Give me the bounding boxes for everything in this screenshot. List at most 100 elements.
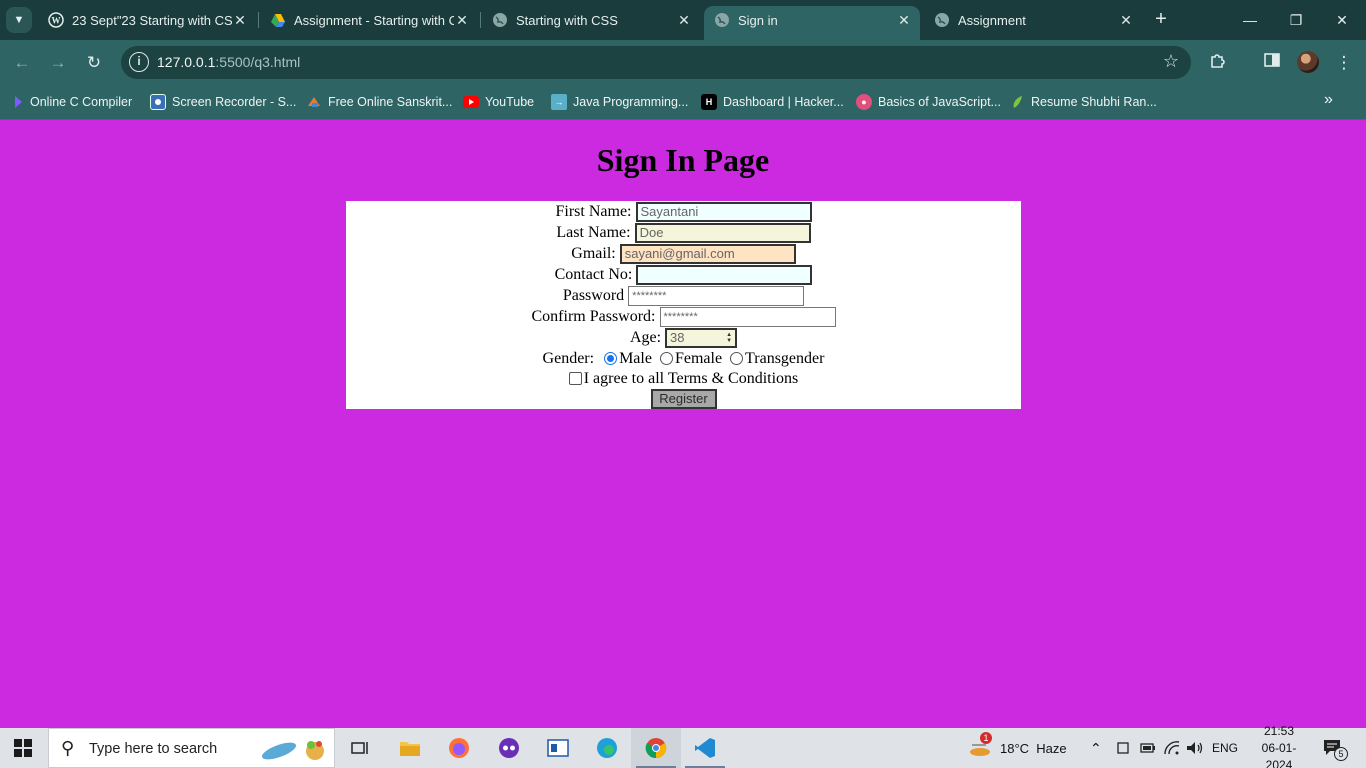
chevron-down-icon: ▼ — [13, 14, 25, 26]
restore-icon[interactable]: ❐ — [1284, 8, 1308, 32]
close-icon[interactable]: ✕ — [454, 12, 470, 28]
gender-female-radio[interactable] — [659, 352, 673, 365]
firefox-icon[interactable] — [447, 736, 471, 760]
extensions-icon[interactable] — [1206, 51, 1230, 75]
windows-start-icon[interactable] — [14, 739, 32, 757]
bookmark-hackerrank[interactable]: H Dashboard | Hacker... — [701, 93, 844, 111]
close-window-icon[interactable]: ✕ — [1330, 8, 1354, 32]
gmail-label: Gmail: — [571, 244, 616, 262]
tab-5-title: Assignment — [958, 12, 1026, 28]
app-mask-icon[interactable] — [497, 736, 521, 760]
contact-label: Contact No: — [554, 265, 633, 283]
sanskrit-icon — [306, 94, 322, 110]
bookmark-screen-recorder[interactable]: Screen Recorder - S... — [150, 93, 296, 111]
gender-male-radio[interactable] — [604, 352, 618, 365]
menu-kebab-icon[interactable]: ⋮ — [1332, 51, 1356, 75]
password-input[interactable]: ******** — [628, 285, 805, 306]
close-icon[interactable]: ✕ — [676, 12, 692, 28]
bookmark-resume[interactable]: Resume Shubhi Ran... — [1009, 93, 1157, 111]
spin-arrows-icon[interactable]: ▲ ▼ — [726, 332, 732, 344]
chrome-icon[interactable] — [644, 736, 668, 760]
first-name-label: First Name: — [555, 202, 632, 220]
clock[interactable]: 21:53 06-01-2024 — [1249, 724, 1309, 768]
edge-icon[interactable] — [595, 736, 619, 760]
language-indicator[interactable]: ENG — [1212, 728, 1238, 768]
tab-search-button[interactable]: ▼ — [6, 7, 32, 33]
bookmark-youtube[interactable]: YouTube — [463, 93, 534, 111]
tab-2[interactable]: Assignment - Starting with CSS ✕ — [270, 6, 470, 34]
globe-icon — [714, 12, 730, 28]
bookmark-sanskrit[interactable]: Free Online Sanskrit... — [306, 93, 452, 111]
confirm-password-input[interactable]: ******** — [659, 306, 836, 327]
tab-5[interactable]: Assignment ✕ — [934, 6, 1134, 34]
gender-transgender-label: Transgender — [745, 349, 825, 367]
browser-toolbar: ← → ↻ i 127.0.0.1:5500/q3.html ☆ ⋮ — [0, 40, 1366, 85]
tab-strip: ▼ W 23 Sept"23 Starting with CSS ✕ Assig… — [0, 0, 1366, 40]
globe-icon — [492, 12, 508, 28]
bookmark-javascript[interactable]: ● Basics of JavaScript... — [856, 93, 1001, 111]
new-tab-button[interactable]: + — [1150, 9, 1172, 31]
battery-icon[interactable] — [1140, 728, 1156, 768]
back-icon[interactable]: ← — [10, 51, 34, 75]
age-label: Age: — [629, 328, 662, 346]
password-label: Password — [562, 286, 625, 304]
tab-3[interactable]: Starting with CSS ✕ — [492, 6, 692, 34]
clock-date: 06-01-2024 — [1261, 740, 1297, 768]
tab-4-active[interactable]: Sign in ✕ — [704, 6, 920, 40]
javascript-icon: ● — [856, 94, 872, 110]
vscode-icon[interactable] — [693, 736, 717, 760]
bookmarks-overflow-icon[interactable]: » — [1324, 91, 1333, 109]
register-button[interactable]: Register — [650, 388, 717, 409]
file-explorer-icon[interactable] — [398, 736, 422, 760]
wifi-icon[interactable] — [1164, 728, 1180, 768]
reload-icon[interactable]: ↻ — [82, 51, 106, 75]
windows-taskbar: ⚲ Type here to search 1 18°C Haze ⌃ ENG … — [0, 724, 1366, 768]
weather-icon: 1 — [968, 732, 992, 758]
tab-1-title: 23 Sept"23 Starting with CSS — [72, 12, 232, 28]
notifications-icon[interactable]: 5 — [1322, 728, 1348, 768]
google-drive-icon — [270, 12, 286, 28]
gender-transgender-radio[interactable] — [730, 352, 744, 365]
weather-widget[interactable]: 1 18°C Haze — [968, 728, 1067, 768]
bookmark-online-c-compiler[interactable]: Online C Compiler — [12, 93, 132, 111]
tray-device-icon[interactable] — [1116, 728, 1130, 768]
task-view-icon[interactable] — [348, 736, 372, 760]
close-icon[interactable]: ✕ — [896, 12, 912, 28]
terms-label: I agree to all Terms & Conditions — [583, 369, 799, 387]
volume-icon[interactable] — [1186, 728, 1204, 768]
sign-in-form: First Name: Sayantani Last Name: Doe Gma… — [346, 201, 1021, 409]
gender-label: Gender: — [542, 349, 595, 367]
gmail-input[interactable]: sayani@gmail.com — [619, 243, 796, 264]
tray-chevron-icon[interactable]: ⌃ — [1090, 728, 1102, 768]
close-icon[interactable]: ✕ — [232, 12, 248, 28]
last-name-input[interactable]: Doe — [634, 222, 811, 243]
bookmark-java[interactable]: → Java Programming... — [551, 93, 688, 111]
page-title: Sign In Page — [596, 142, 770, 178]
gender-female-label: Female — [674, 349, 723, 367]
terms-checkbox[interactable] — [568, 372, 582, 385]
bookmark-star-icon[interactable]: ☆ — [1163, 51, 1179, 72]
page-viewport: Sign In Page First Name: Sayantani Last … — [0, 120, 1366, 728]
age-stepper[interactable]: 38 ▲ ▼ — [665, 327, 738, 348]
java-icon: → — [551, 94, 567, 110]
profile-avatar[interactable] — [1297, 51, 1319, 73]
url-text[interactable]: 127.0.0.1:5500/q3.html — [157, 54, 300, 70]
site-info-icon[interactable]: i — [129, 52, 149, 72]
last-name-label: Last Name: — [556, 223, 631, 241]
taskbar-search-box[interactable]: ⚲ Type here to search — [48, 728, 335, 768]
search-icon: ⚲ — [61, 738, 75, 758]
tab-1[interactable]: W 23 Sept"23 Starting with CSS ✕ — [48, 6, 248, 34]
taskbar-search-placeholder: Type here to search — [89, 741, 218, 757]
app-window-icon[interactable] — [546, 736, 570, 760]
svg-text:W: W — [52, 16, 61, 26]
address-bar[interactable]: i 127.0.0.1:5500/q3.html ☆ — [121, 46, 1191, 79]
first-name-input[interactable]: Sayantani — [635, 201, 812, 222]
screen-recorder-icon — [150, 94, 166, 110]
minimize-icon[interactable]: — — [1238, 8, 1262, 32]
side-panel-icon[interactable] — [1260, 51, 1284, 75]
compiler-icon — [12, 94, 24, 110]
notification-badge: 5 — [1334, 747, 1348, 761]
close-icon[interactable]: ✕ — [1118, 12, 1134, 28]
contact-input[interactable] — [636, 264, 813, 285]
forward-icon[interactable]: → — [46, 51, 70, 75]
